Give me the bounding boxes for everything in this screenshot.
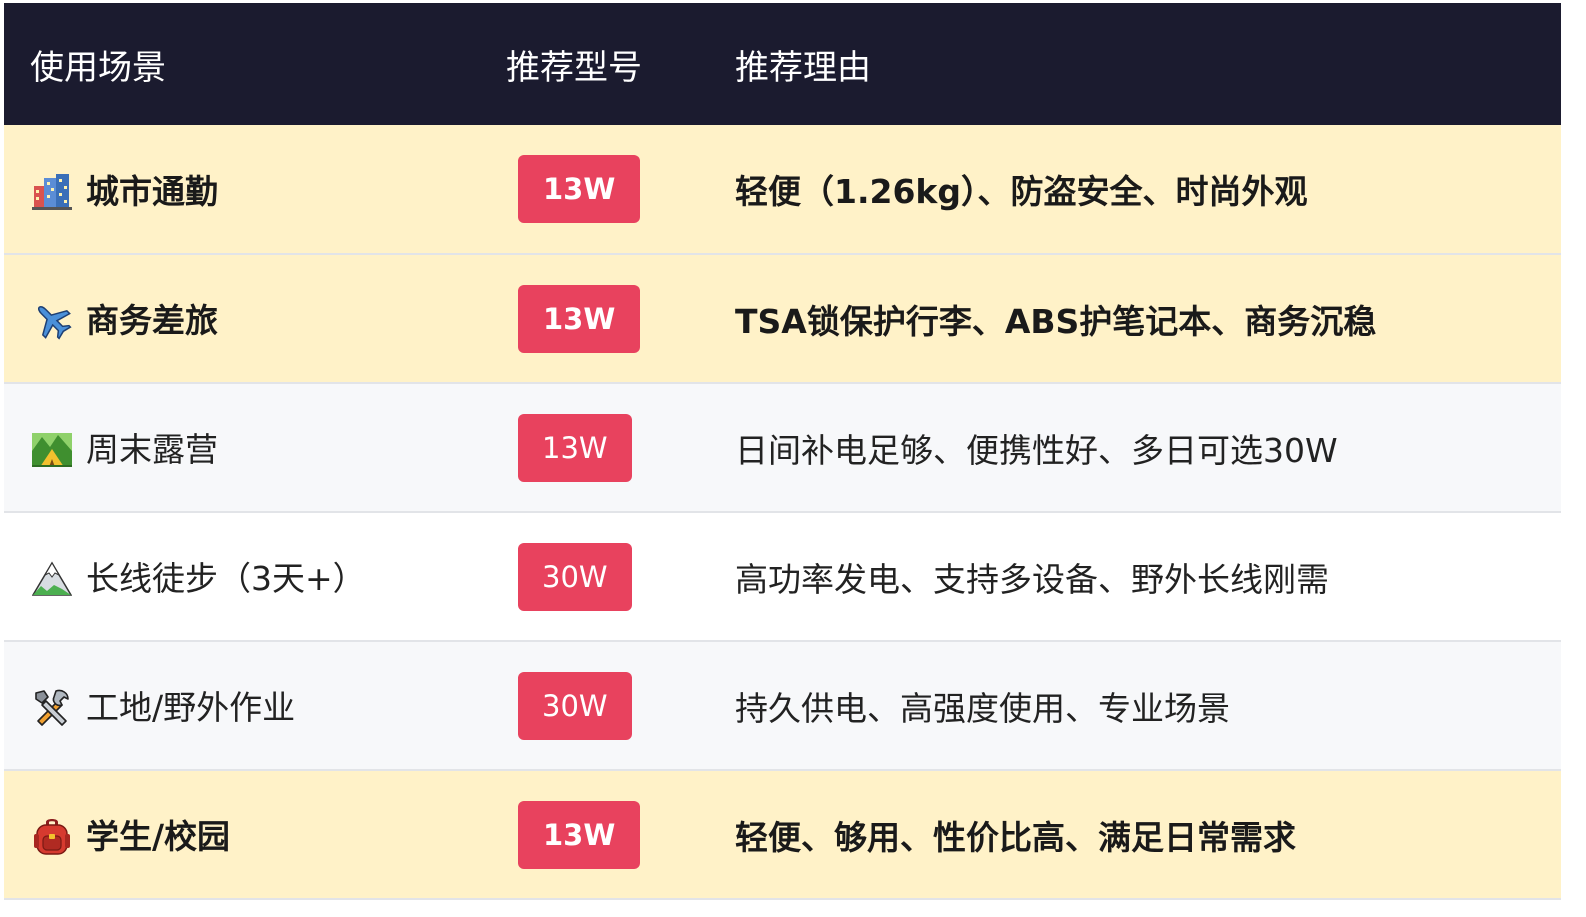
scene-label: 城市通勤 <box>86 171 218 211</box>
reason-cell: TSA锁保护行李、ABS护笔记本、商务沉稳 <box>735 301 1377 341</box>
scene-cell: 周末露营 <box>4 383 482 512</box>
model-cell: 13W <box>482 254 710 383</box>
model-badge: 13W <box>518 413 632 482</box>
table-row: 城市通勤 13W 轻便（1.26kg）、防盗安全、时尚外观 <box>4 125 1561 254</box>
header-scene: 使用场景 <box>30 47 166 88</box>
scene-label: 学生/校园 <box>86 817 231 857</box>
scene-cell: 工地/野外作业 <box>4 641 482 770</box>
reason-cell: 轻便、够用、性价比高、满足日常需求 <box>735 817 1296 857</box>
backpack-icon <box>32 816 72 856</box>
header-model: 推荐型号 <box>506 47 642 88</box>
model-cell: 30W <box>482 641 710 770</box>
scene-label: 长线徒步（3天+） <box>86 559 366 599</box>
table-header-row: 使用场景 推荐型号 推荐理由 <box>4 3 1561 125</box>
model-badge: 13W <box>518 284 641 353</box>
model-cell: 30W <box>482 512 710 641</box>
scene-cell: 学生/校园 <box>4 770 482 899</box>
model-cell: 13W <box>482 383 710 512</box>
scene-cell: 商务差旅 <box>4 254 482 383</box>
mountain-icon <box>32 558 72 598</box>
camping-icon <box>32 429 72 469</box>
table-row: 工地/野外作业 30W 持久供电、高强度使用、专业场景 <box>4 641 1561 770</box>
reason-cell: 轻便（1.26kg）、防盗安全、时尚外观 <box>735 172 1308 211</box>
reason-cell: 日间补电足够、便携性好、多日可选30W <box>735 430 1338 470</box>
model-badge: 13W <box>518 155 641 223</box>
header-reason: 推荐理由 <box>735 47 871 88</box>
cityscape-icon <box>32 170 72 211</box>
model-cell: 13W <box>482 125 710 254</box>
table-row: 学生/校园 13W 轻便、够用、性价比高、满足日常需求 <box>4 770 1561 899</box>
scene-label: 商务差旅 <box>86 301 218 341</box>
table-row: 商务差旅 13W TSA锁保护行李、ABS护笔记本、商务沉稳 <box>4 254 1561 383</box>
model-cell: 13W <box>482 770 710 899</box>
model-badge: 30W <box>518 671 632 740</box>
model-badge: 13W <box>518 800 641 869</box>
tools-icon <box>32 687 72 727</box>
reason-cell: 持久供电、高强度使用、专业场景 <box>735 688 1230 728</box>
scene-label: 周末露营 <box>86 430 218 470</box>
recommendation-table-container: 使用场景 推荐型号 推荐理由 城市通勤 13W 轻便（1.26kg）、防盗安全、… <box>4 3 1561 900</box>
table-row: 长线徒步（3天+） 30W 高功率发电、支持多设备、野外长线刚需 <box>4 512 1561 641</box>
airplane-icon <box>32 300 72 340</box>
scene-cell: 长线徒步（3天+） <box>4 512 482 641</box>
recommendation-table: 使用场景 推荐型号 推荐理由 城市通勤 13W 轻便（1.26kg）、防盗安全、… <box>4 3 1561 900</box>
reason-cell: 高功率发电、支持多设备、野外长线刚需 <box>735 559 1329 599</box>
model-badge: 30W <box>518 542 632 611</box>
scene-label: 工地/野外作业 <box>86 688 296 728</box>
scene-cell: 城市通勤 <box>4 125 482 254</box>
table-row: 周末露营 13W 日间补电足够、便携性好、多日可选30W <box>4 383 1561 512</box>
